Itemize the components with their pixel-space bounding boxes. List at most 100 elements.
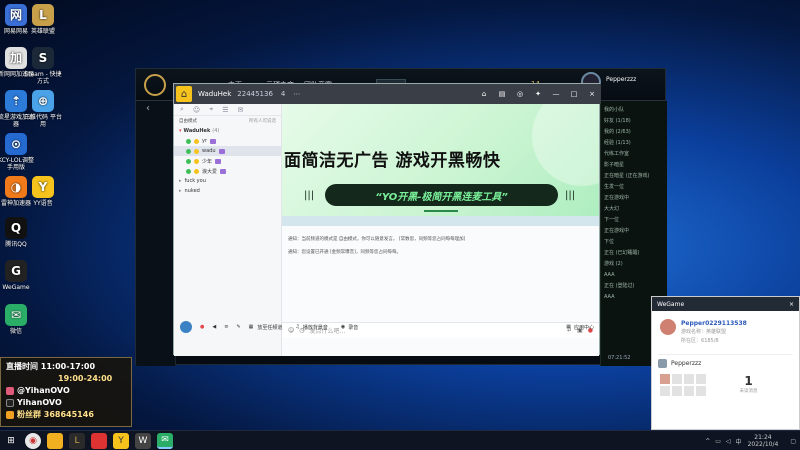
stream-fans-group: 粉丝群 368645146 bbox=[17, 410, 94, 419]
user-avatar[interactable] bbox=[180, 321, 192, 333]
lol-friend-entry[interactable]: 下一位 bbox=[604, 215, 664, 226]
member-row[interactable]: 浪大爱 bbox=[174, 166, 281, 176]
close-icon[interactable]: × bbox=[583, 90, 601, 98]
desktop-wellbia-icon[interactable]: ⊕ 三维代码 平台用 bbox=[23, 90, 63, 128]
tray-up-icon[interactable]: ^ bbox=[705, 438, 710, 445]
room-name: WaduHek bbox=[183, 128, 211, 134]
wegame-user-id[interactable]: Pepper0229113538 bbox=[681, 319, 747, 328]
member-row[interactable]: yr bbox=[174, 136, 281, 146]
promo-banner[interactable]: 面简洁无广告 游戏开黑畅快 “YO开黑-极简开黑连麦工具” ||| ||| bbox=[282, 104, 599, 216]
wegame-popup[interactable]: WeGame × Pepper0229113538 游戏名称：英雄联盟 所在区：… bbox=[651, 296, 800, 430]
tree-people-icon[interactable]: ☺ bbox=[193, 106, 200, 114]
clock[interactable]: 21:24 2022/10/4 bbox=[748, 434, 779, 448]
lol-taskbar-icon[interactable]: L bbox=[69, 432, 85, 449]
desktop-yy-icon[interactable]: Y YY语音 bbox=[23, 176, 63, 207]
tree-msg-icon[interactable]: ✉ bbox=[237, 106, 243, 114]
music-icon[interactable]: ♫ bbox=[295, 324, 299, 330]
wegame-friend[interactable]: Pepperzzz bbox=[671, 360, 701, 367]
tree-search-icon[interactable]: ⌕ bbox=[180, 105, 184, 114]
banner-dots[interactable] bbox=[424, 210, 458, 212]
member-row[interactable]: 少年 bbox=[174, 156, 281, 166]
lol-friend-entry[interactable]: 正在游戏中 bbox=[604, 226, 664, 237]
minimize-icon[interactable]: — bbox=[547, 90, 565, 98]
friend-avatar[interactable] bbox=[658, 359, 667, 368]
bottom-right-label[interactable]: 应用中心 bbox=[574, 324, 594, 331]
wechat-taskbar-icon[interactable]: ✉ bbox=[157, 432, 173, 449]
acc-plain-icon: ⊙ bbox=[5, 133, 27, 155]
system-tray[interactable]: ^ ▭ ◁ 中 21:24 2022/10/4 ▢ bbox=[705, 431, 800, 450]
lol-friend-entry[interactable]: 影子暗星 bbox=[604, 160, 664, 171]
yy-badge-icon bbox=[194, 158, 199, 164]
lol-icon: L bbox=[32, 4, 54, 26]
tools-icon[interactable]: ✎ bbox=[236, 324, 240, 330]
sound-wave-right-icon: ||| bbox=[565, 190, 576, 201]
member-list: yr wadu 少年 浪大爱 bbox=[174, 136, 281, 176]
tree-list-icon[interactable]: ☰ bbox=[222, 106, 228, 114]
windows-start-icon[interactable]: ⊞ bbox=[3, 433, 19, 449]
lol-friend-entry[interactable]: 大大幻 bbox=[604, 204, 664, 215]
desktop-lol-icon[interactable]: L 英雄联盟 bbox=[23, 4, 63, 35]
desktop-steam-icon[interactable]: S Steam - 快捷方式 bbox=[23, 47, 63, 85]
desktop-acc-plain-icon[interactable]: ⊙ KCY-LOL调整 手用版 bbox=[0, 133, 36, 171]
bottom-record-label[interactable]: 录音 bbox=[348, 324, 563, 331]
taskbar-app-icon[interactable] bbox=[91, 432, 107, 449]
lol-friend-entry[interactable]: 我的 (2/63) bbox=[604, 127, 664, 138]
record-icon[interactable]: ◉ bbox=[341, 324, 345, 330]
desktop-icon-label: 英雄联盟 bbox=[30, 28, 55, 35]
banner-title: 面简洁无广告 游戏开黑畅快 bbox=[284, 151, 501, 171]
wegame-avatar[interactable] bbox=[660, 319, 676, 335]
lol-friend-entry[interactable]: 代练工作室 bbox=[604, 149, 664, 160]
expand-icon: ▸ bbox=[179, 178, 182, 184]
desktop-qq-icon[interactable]: Q 腾讯QQ bbox=[0, 217, 36, 248]
mic-icon[interactable]: ● bbox=[200, 324, 204, 330]
yy-voice-window[interactable]: ⌂ WaduHek 22445136 4 ⋯ ⌂ ▤ ◎ ✦ — □ × ⌕ ☺… bbox=[173, 83, 601, 356]
app-center-icon[interactable]: ▦ bbox=[566, 324, 571, 330]
home-icon[interactable]: ⌂ bbox=[176, 86, 192, 102]
explorer-icon[interactable] bbox=[47, 432, 63, 449]
sub-room-row[interactable]: ▸ fuck you bbox=[174, 176, 281, 186]
more-icon[interactable]: ⋯ bbox=[293, 90, 300, 98]
desktop-icon-label: 三维代码 平台用 bbox=[24, 114, 62, 128]
lol-friend-entry[interactable]: 正在 (已幻睡醒) bbox=[604, 248, 664, 259]
room-header[interactable]: ▾ WaduHek (4) bbox=[174, 126, 281, 136]
wegame-icon-grid[interactable] bbox=[660, 374, 706, 396]
lol-friend-entry[interactable]: 好友 (1/18) bbox=[604, 116, 664, 127]
wegame-close-icon[interactable]: × bbox=[789, 301, 794, 308]
back-icon[interactable]: ‹ bbox=[146, 103, 150, 114]
desktop-wechat-icon[interactable]: ✉ 微信 bbox=[0, 304, 36, 335]
yy-badge-icon bbox=[194, 168, 199, 174]
wegame-taskbar-icon[interactable]: W bbox=[135, 432, 151, 449]
notifications-icon[interactable]: ▢ bbox=[790, 438, 796, 445]
lol-friend-entry[interactable]: 正在 (登陆过) bbox=[604, 281, 664, 292]
clock-time: 21:24 bbox=[754, 434, 772, 441]
ime-indicator[interactable]: 中 bbox=[736, 437, 742, 446]
chrome-icon[interactable]: ◉ bbox=[25, 432, 41, 449]
bottom-left-label[interactable]: 放至任频道 bbox=[257, 324, 282, 331]
desktop-wegame-icon[interactable]: G WeGame bbox=[0, 260, 36, 291]
sub-room-row[interactable]: ▸ nuked bbox=[174, 186, 281, 196]
yy-taskbar-icon[interactable]: Y bbox=[113, 432, 129, 449]
lol-friend-entry[interactable]: 经验 (1/13) bbox=[604, 138, 664, 149]
lol-friend-entry[interactable]: 生发一位 bbox=[604, 182, 664, 193]
lol-friend-entry[interactable]: 我的小队 bbox=[604, 105, 664, 116]
member-row[interactable]: wadu bbox=[174, 146, 281, 156]
lol-friend-entry[interactable]: AAA bbox=[604, 270, 664, 281]
lol-friend-entry[interactable]: 正在暗星 (正在游戏) bbox=[604, 171, 664, 182]
lol-friend-entry[interactable]: 正在游戏中 bbox=[604, 193, 664, 204]
volume-icon[interactable]: ◁ bbox=[726, 438, 731, 445]
lol-friend-entry[interactable]: 下位 bbox=[604, 237, 664, 248]
window-game-icon[interactable]: ◎ bbox=[511, 90, 529, 98]
desktop-icon-label: KCY-LOL调整 手用版 bbox=[0, 157, 34, 171]
network-icon[interactable]: ▭ bbox=[715, 438, 721, 445]
equalizer-icon[interactable]: ≡ bbox=[224, 324, 228, 330]
window-menu-icon[interactable]: ▤ bbox=[493, 90, 511, 98]
lol-friend-entry[interactable]: 游戏 (2) bbox=[604, 259, 664, 270]
layout-icon[interactable]: ▦ bbox=[249, 324, 254, 330]
window-home-icon[interactable]: ⌂ bbox=[475, 90, 493, 98]
window-settings-icon[interactable]: ✦ bbox=[529, 90, 547, 98]
speaker-icon[interactable]: ◀ bbox=[212, 324, 216, 330]
maximize-icon[interactable]: □ bbox=[565, 90, 583, 98]
stream-douyin: YihanOVO bbox=[17, 398, 62, 407]
bottom-music-label[interactable]: 播放背景音 bbox=[303, 324, 328, 331]
tree-location-icon[interactable]: ⌖ bbox=[209, 105, 213, 114]
